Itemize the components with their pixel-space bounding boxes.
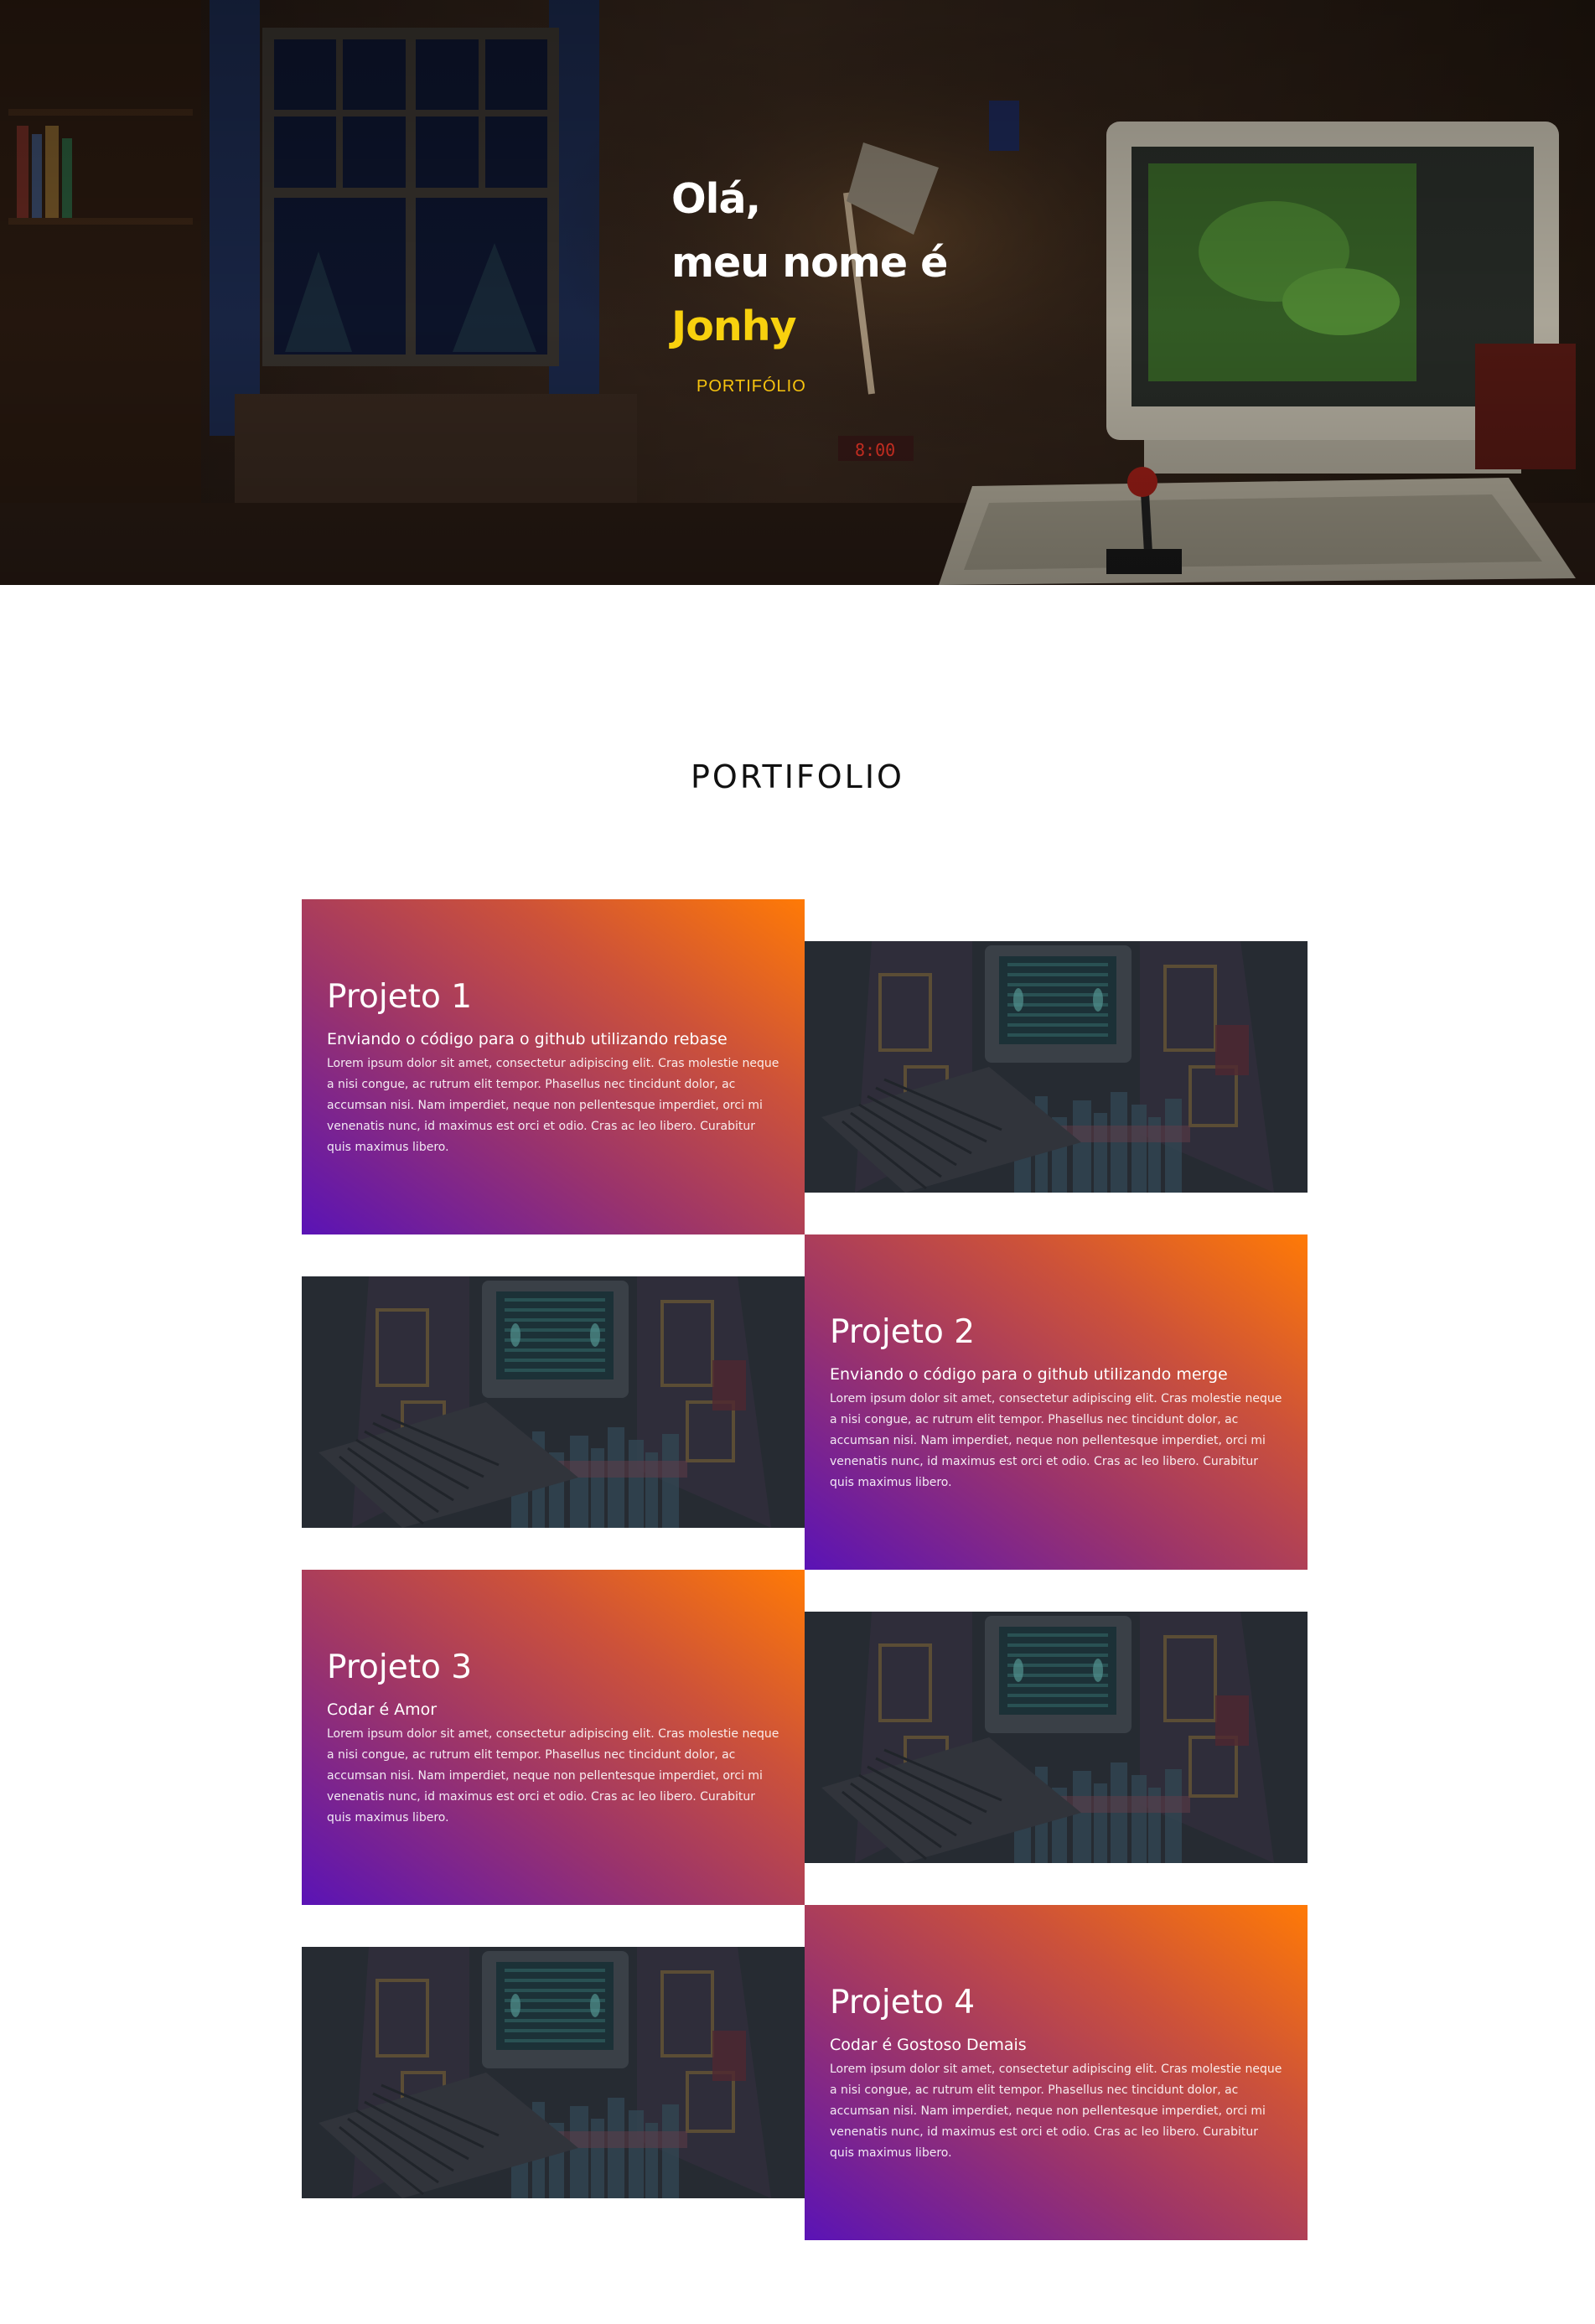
project-title: Projeto 1 [327,978,473,1016]
portfolio-title: PORTIFOLIO [691,758,904,795]
project-subtitle: Codar é Amor [327,1700,438,1719]
project-description: Lorem ipsum dolor sit amet, consectetur … [327,1727,779,1825]
project-description: Lorem ipsum dolor sit amet, consectetur … [327,1057,779,1154]
retro-computer-illustration [302,1947,805,2198]
retro-computer-illustration [302,1276,805,1528]
project-image-1 [805,941,1308,1193]
project-image-2 [302,1276,805,1528]
project-card-2: Projeto 2 Enviando o código para o githu… [805,1234,1308,1570]
project-card-3: Projeto 3 Codar é Amor Lorem ipsum dolor… [302,1570,805,1905]
retro-computer-illustration [805,1612,1308,1863]
project-description: Lorem ipsum dolor sit amet, consectetur … [830,1392,1282,1489]
project-title: Projeto 3 [327,1649,473,1686]
hero-intro: meu nome é [671,239,948,287]
project-subtitle: Codar é Gostoso Demais [830,2036,1027,2054]
project-title: Projeto 4 [830,1984,976,2021]
hero-greeting: Olá, [671,175,761,223]
project-image-3 [805,1612,1308,1863]
hero-heading: Olá, meu nome é Jonhy PORTIFÓLIO [671,168,1141,396]
project-subtitle: Enviando o código para o github utilizan… [830,1365,1228,1384]
portfolio-link[interactable]: PORTIFÓLIO [697,377,806,396]
project-description: Lorem ipsum dolor sit amet, consectetur … [830,2063,1282,2160]
project-card-1: Projeto 1 Enviando o código para o githu… [302,899,805,1234]
project-subtitle: Enviando o código para o github utilizan… [327,1030,728,1048]
project-title: Projeto 2 [830,1313,976,1351]
project-card-4: Projeto 4 Codar é Gostoso Demais Lorem i… [805,1905,1308,2240]
hero-banner: 8:00 Olá, meu nome é Jonhy PORTIFÓLIO [0,0,1595,585]
project-image-4 [302,1947,805,2198]
hero-name: Jonhy [671,303,797,350]
retro-computer-illustration [805,941,1308,1193]
